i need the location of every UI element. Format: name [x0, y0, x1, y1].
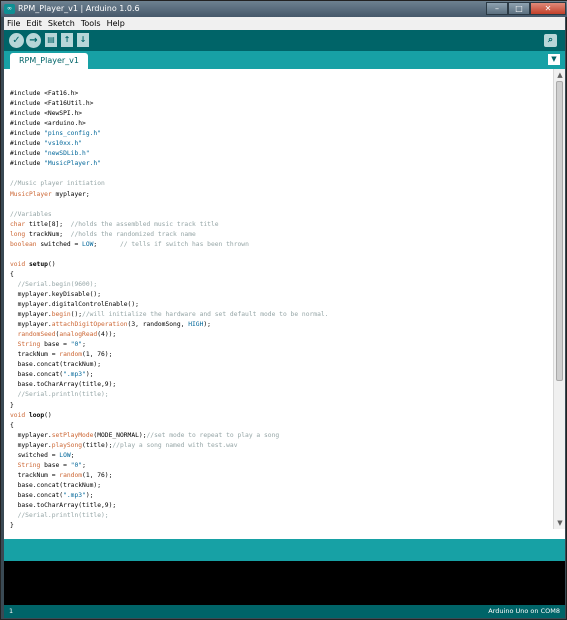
- code-line: base.toCharArray(title,9);: [10, 381, 117, 389]
- board-port-label: Arduino Uno on COM8: [488, 607, 560, 615]
- code-line: #include <Fat16Util.h>: [10, 100, 94, 108]
- code-line: //Music player initiation: [10, 180, 105, 188]
- code-line: char title[8]; //holds the assembled mus…: [10, 220, 219, 228]
- code-line: myplayer.setPlayMode(MODE_NORMAL);//set …: [10, 431, 280, 439]
- code-line: String base = "0";: [17, 341, 86, 349]
- scroll-up-icon[interactable]: ▲: [555, 70, 565, 80]
- code-line: long trackNum; //holds the randomized tr…: [10, 230, 196, 238]
- code-editor[interactable]: #include <Fat16.h> #include <Fat16Util.h…: [4, 69, 553, 529]
- menu-sketch[interactable]: Sketch: [45, 17, 78, 30]
- scroll-down-icon[interactable]: ▼: [555, 518, 565, 528]
- code-line: #include "pins_config.h": [10, 130, 101, 138]
- status-bar: 1 Arduino Uno on COM8: [4, 605, 565, 618]
- title-bar[interactable]: ∞ RPM_Player_v1 | Arduino 1.0.6 – □ ✕: [1, 1, 567, 17]
- save-sketch-button[interactable]: ↓: [77, 33, 89, 47]
- code-line: #include <NewSPI.h>: [10, 110, 83, 118]
- code-line: #include <arduino.h>: [10, 120, 86, 128]
- menu-help[interactable]: Help: [104, 17, 128, 30]
- code-line: void setup(): [10, 260, 56, 268]
- window-controls: – □ ✕: [486, 2, 566, 15]
- code-line: base.toCharArray(title,9);: [10, 501, 117, 509]
- code-line: randomSeed(analogRead(4));: [17, 331, 117, 339]
- toolbar: ✓ → ▤ ↑ ↓ ⌕: [4, 30, 565, 51]
- code-line: {: [10, 270, 14, 278]
- ide-window: ∞ RPM_Player_v1 | Arduino 1.0.6 – □ ✕ Fi…: [0, 0, 567, 620]
- scroll-thumb[interactable]: [556, 81, 563, 381]
- open-sketch-button[interactable]: ↑: [61, 33, 73, 47]
- message-bar: [4, 539, 565, 561]
- code-line: base.concat(".mp3");: [10, 371, 94, 379]
- code-line: void loop(): [10, 411, 52, 419]
- code-line: //Variables: [10, 210, 52, 218]
- code-line: myplayer.digitalControlEnable();: [10, 301, 139, 309]
- code-line: #include "newSDLib.h": [10, 150, 90, 158]
- console-output[interactable]: [4, 561, 565, 605]
- editor-scrollbar[interactable]: ▲ ▼: [553, 69, 565, 529]
- code-line: //Serial.println(title);: [17, 391, 109, 399]
- code-line: {: [10, 421, 14, 429]
- code-line: base.concat(".mp3");: [10, 491, 94, 499]
- verify-button[interactable]: ✓: [9, 33, 24, 48]
- code-line: base.concat(trackNum);: [10, 481, 101, 489]
- code-line: myplayer.playSong(title);//play a song n…: [10, 441, 238, 449]
- code-line: myplayer.begin();//will initialize the h…: [10, 311, 329, 319]
- tab-menu-button[interactable]: ▼: [548, 54, 560, 65]
- menu-file[interactable]: File: [4, 17, 23, 30]
- code-line: MusicPlayer myplayer;: [10, 190, 90, 198]
- tab-rpm-player[interactable]: RPM_Player_v1: [10, 53, 89, 69]
- code-line: //Serial.println(title);: [17, 512, 109, 520]
- code-line: base.concat(trackNum);: [10, 361, 101, 369]
- code-line: #include "MusicPlayer.h": [10, 160, 101, 168]
- menu-bar: File Edit Sketch Tools Help: [4, 17, 565, 30]
- serial-monitor-button[interactable]: ⌕: [544, 34, 557, 47]
- menu-edit[interactable]: Edit: [23, 17, 45, 30]
- code-line: trackNum = random(1, 76);: [10, 471, 113, 479]
- minimize-button[interactable]: –: [486, 2, 508, 15]
- close-button[interactable]: ✕: [530, 2, 566, 15]
- code-line: }: [10, 401, 14, 409]
- code-line: myplayer.keyDisable();: [10, 290, 101, 298]
- menu-tools[interactable]: Tools: [78, 17, 104, 30]
- code-line: }: [10, 522, 14, 529]
- arduino-icon: ∞: [4, 4, 15, 14]
- code-line: #include <Fat16.h>: [10, 90, 79, 98]
- code-line: switched = LOW;: [10, 451, 75, 459]
- maximize-button[interactable]: □: [508, 2, 530, 15]
- code-line: boolean switched = LOW; // tells if swit…: [10, 240, 249, 248]
- tab-strip: RPM_Player_v1 ▼: [4, 51, 565, 69]
- editor-bottom-margin: [4, 529, 565, 539]
- code-text[interactable]: #include <Fat16.h> #include <Fat16Util.h…: [10, 79, 328, 529]
- code-line: //Serial.begin(9600);: [17, 280, 98, 288]
- new-sketch-button[interactable]: ▤: [45, 33, 57, 47]
- upload-button[interactable]: →: [26, 33, 41, 48]
- code-line: myplayer.attachDigitOperation(3, randomS…: [10, 321, 211, 329]
- code-line: #include "vs10xx.h": [10, 140, 83, 148]
- code-line: trackNum = random(1, 76);: [10, 351, 113, 359]
- window-title: RPM_Player_v1 | Arduino 1.0.6: [18, 4, 140, 13]
- line-number: 1: [9, 607, 14, 615]
- code-line: String base = "0";: [17, 461, 86, 469]
